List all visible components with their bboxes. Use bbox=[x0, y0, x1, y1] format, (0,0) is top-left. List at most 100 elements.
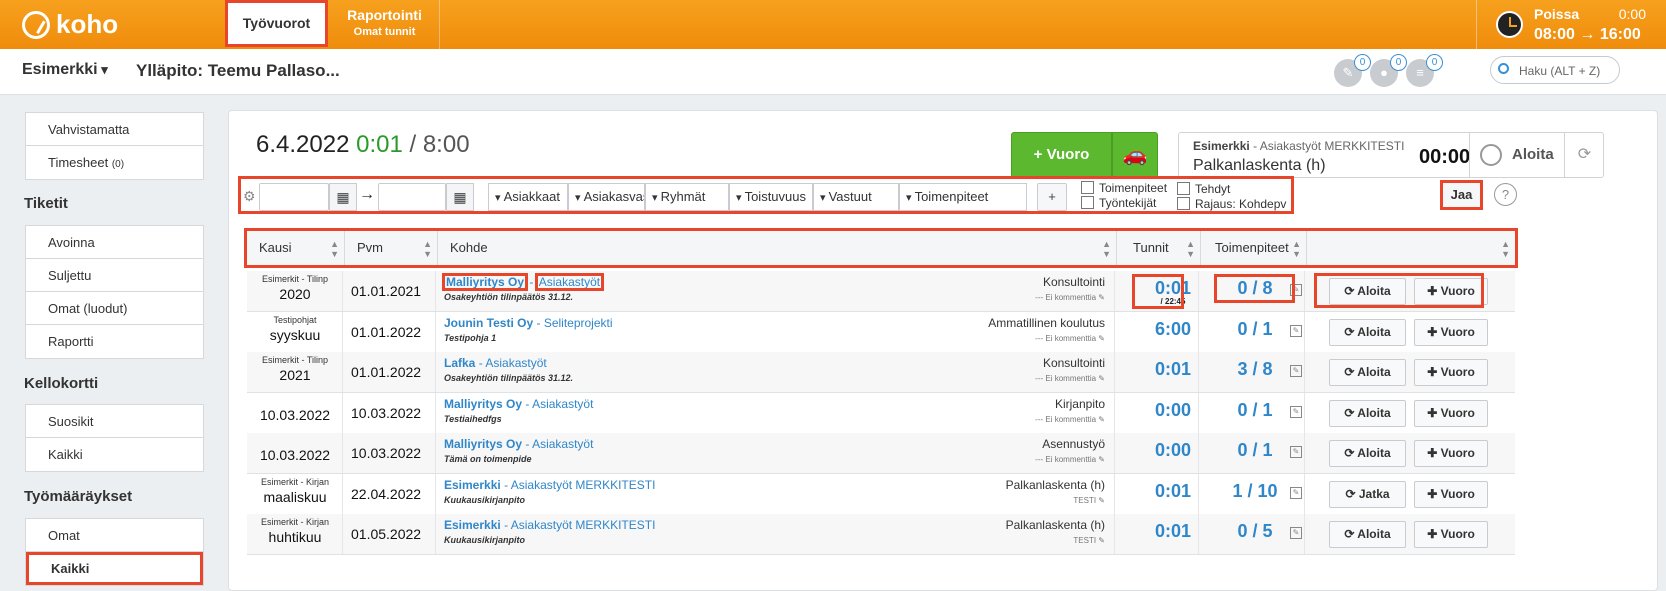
add-vuoro-button[interactable]: + Vuoro bbox=[1011, 132, 1112, 178]
vuoro-button[interactable]: ✚ Vuoro bbox=[1414, 480, 1488, 508]
start-button[interactable]: ⟳ Aloita bbox=[1329, 440, 1406, 467]
date-to-input[interactable] bbox=[378, 183, 446, 211]
comment[interactable]: --- Ei kommenttia ✎ bbox=[1035, 334, 1105, 343]
client-link[interactable]: Jounin Testi Oy bbox=[444, 316, 533, 330]
tasks-value[interactable]: 0 / 1 bbox=[1219, 319, 1291, 340]
column-tunnit[interactable]: Tunnit ▲ ▼ bbox=[1117, 231, 1201, 265]
vuoro-button[interactable]: ✚ Vuoro bbox=[1414, 318, 1488, 346]
sidebar-item-omat-luodut[interactable]: Omat (luodut) bbox=[26, 292, 203, 325]
column-toimenpiteet[interactable]: Toimenpiteet ▲ ▼ bbox=[1201, 231, 1307, 265]
comment[interactable]: --- Ei kommenttia ✎ bbox=[1035, 293, 1105, 302]
tasks-value[interactable]: 0 / 1 bbox=[1219, 440, 1291, 461]
client-link[interactable]: Malliyritys Oy bbox=[441, 273, 529, 291]
sidebar-item-vahvistamatta[interactable]: Vahvistamatta bbox=[26, 113, 203, 146]
date-from-input[interactable] bbox=[259, 183, 329, 211]
filter-vastuut[interactable]: Vastuut bbox=[813, 183, 899, 211]
timer-start-button[interactable]: Aloita bbox=[1469, 133, 1563, 177]
gear-icon[interactable]: ⚙ bbox=[243, 188, 256, 205]
edit-icon[interactable]: ✎ bbox=[1290, 486, 1302, 499]
start-button[interactable]: ⟳ Aloita bbox=[1329, 399, 1406, 427]
refresh-icon[interactable]: ⟳ bbox=[1564, 133, 1604, 177]
add-filter-button[interactable]: + bbox=[1037, 183, 1067, 211]
comment[interactable]: --- Ei kommenttia ✎ bbox=[1035, 374, 1105, 383]
client-link[interactable]: Esimerkki bbox=[444, 518, 501, 532]
comment[interactable]: TESTI ✎ bbox=[1073, 536, 1105, 545]
tasks-value[interactable]: 0 / 1 bbox=[1219, 400, 1291, 421]
tasks-value[interactable]: 0 / 5 bbox=[1219, 521, 1291, 542]
column-kausi[interactable]: Kausi ▲ ▼ bbox=[247, 231, 345, 265]
edit-comment-icon[interactable]: ✎ bbox=[1096, 374, 1105, 383]
edit-icon[interactable]: ✎ bbox=[1290, 365, 1302, 377]
project-link[interactable]: Asiakastyöt bbox=[485, 356, 546, 370]
tasks-value[interactable]: 1 / 10 bbox=[1219, 481, 1291, 502]
project-link[interactable]: Asiakastyöt bbox=[534, 273, 605, 291]
tab-raportointi[interactable]: Raportointi Omat tunnit bbox=[330, 0, 440, 49]
clock-widget[interactable]: Poissa 0:00 08:00 → 16:00 bbox=[1476, 0, 1666, 49]
project-link[interactable]: Seliteprojekti bbox=[544, 316, 613, 330]
timer-task: Palkanlaskenta (h) bbox=[1193, 157, 1326, 174]
filter-asiakkaat[interactable]: Asiakkaat bbox=[488, 183, 568, 211]
start-button[interactable]: ⟳ Jatka bbox=[1329, 480, 1406, 508]
vuoro-button[interactable]: ✚ Vuoro bbox=[1414, 399, 1488, 427]
help-icon[interactable]: ? bbox=[1494, 183, 1517, 206]
column-kohde[interactable]: Kohde ▲ ▼ bbox=[438, 231, 1117, 265]
client-link[interactable]: Esimerkki bbox=[444, 478, 501, 492]
list-icon[interactable]: ≡ 0 bbox=[1406, 54, 1443, 87]
sidebar-item-timesheet[interactable]: Timesheet (0) bbox=[26, 146, 203, 179]
start-button[interactable]: ⟳ Aloita bbox=[1329, 359, 1406, 386]
search-input[interactable]: Haku (ALT + Z) bbox=[1490, 56, 1620, 84]
share-button[interactable]: Jaa bbox=[1440, 180, 1483, 210]
vuoro-button[interactable]: ✚ Vuoro bbox=[1414, 521, 1488, 548]
client-link[interactable]: Malliyritys Oy bbox=[444, 397, 522, 411]
comment[interactable]: --- Ei kommenttia ✎ bbox=[1035, 455, 1105, 464]
comment[interactable]: --- Ei kommenttia ✎ bbox=[1035, 415, 1105, 424]
checkbox-toimenpiteet[interactable]: Toimenpiteet bbox=[1081, 181, 1167, 195]
sidebar-item-suosikit[interactable]: Suosikit bbox=[26, 405, 203, 438]
column-actions[interactable]: ▲ ▼ bbox=[1307, 231, 1515, 265]
edit-comment-icon[interactable]: ✎ bbox=[1096, 415, 1105, 424]
koho-logo[interactable]: koho bbox=[22, 9, 118, 40]
sidebar-item-raportti[interactable]: Raportti bbox=[26, 325, 203, 358]
filter-ryhmat[interactable]: Ryhmät bbox=[645, 183, 729, 211]
vuoro-button[interactable]: ✚ Vuoro bbox=[1414, 359, 1488, 386]
sidebar-item-avoinna[interactable]: Avoinna bbox=[26, 226, 203, 259]
checkbox-tyontekijat[interactable]: Työntekijät bbox=[1081, 196, 1156, 210]
checkbox-tehdyt[interactable]: Tehdyt bbox=[1177, 182, 1230, 196]
tasks-value[interactable]: 3 / 8 bbox=[1219, 359, 1291, 380]
group-icon[interactable]: ● 0 bbox=[1370, 54, 1407, 87]
sidebar-item-tyomaaraykset-kaikki[interactable]: Kaikki bbox=[26, 552, 203, 585]
calendar-icon[interactable]: ▦ bbox=[329, 183, 357, 211]
edit-icon[interactable]: ✎ bbox=[1290, 446, 1302, 458]
start-button[interactable]: ⟳ Aloita bbox=[1329, 318, 1406, 346]
edit-comment-icon[interactable]: ✎ bbox=[1096, 455, 1105, 464]
edit-comment-icon[interactable]: ✎ bbox=[1096, 293, 1105, 302]
sidebar-item-kellokortti-kaikki[interactable]: Kaikki bbox=[26, 438, 203, 471]
edit-comment-icon[interactable]: ✎ bbox=[1096, 496, 1105, 505]
comment[interactable]: TESTI ✎ bbox=[1073, 496, 1105, 505]
client-link[interactable]: Malliyritys Oy bbox=[444, 437, 522, 451]
edit-comment-icon[interactable]: ✎ bbox=[1096, 334, 1105, 343]
ticket-icon[interactable]: ✎ 0 bbox=[1334, 54, 1371, 87]
edit-comment-icon[interactable]: ✎ bbox=[1096, 536, 1105, 545]
column-pvm[interactable]: Pvm ▲ ▼ bbox=[345, 231, 438, 265]
sidebar-item-suljettu[interactable]: Suljettu bbox=[26, 259, 203, 292]
project-link[interactable]: Asiakastyöt bbox=[532, 397, 593, 411]
tab-tyovuorot[interactable]: Työvuorot bbox=[225, 0, 328, 47]
client-link[interactable]: Lafka bbox=[444, 356, 475, 370]
sidebar-item-omat[interactable]: Omat bbox=[26, 519, 203, 552]
filter-toistuvuus[interactable]: Toistuvuus bbox=[729, 183, 813, 211]
project-link[interactable]: Asiakastyöt bbox=[532, 437, 593, 451]
edit-icon[interactable]: ✎ bbox=[1290, 324, 1302, 337]
filter-toimenpiteet[interactable]: Toimenpiteet bbox=[899, 183, 1027, 211]
project-link[interactable]: Asiakastyöt MERKKITESTI bbox=[511, 518, 656, 532]
vuoro-button[interactable]: ✚ Vuoro bbox=[1414, 440, 1488, 467]
car-icon[interactable]: 🚗 bbox=[1112, 132, 1158, 178]
edit-icon[interactable]: ✎ bbox=[1290, 527, 1302, 539]
project-link[interactable]: Asiakastyöt MERKKITESTI bbox=[511, 478, 656, 492]
company-dropdown[interactable]: Esimerkki bbox=[22, 61, 108, 79]
calendar-icon[interactable]: ▦ bbox=[446, 183, 474, 211]
edit-icon[interactable]: ✎ bbox=[1290, 405, 1302, 418]
checkbox-rajaus-kohdepv[interactable]: Rajaus: Kohdepv bbox=[1177, 197, 1286, 211]
start-button[interactable]: ⟳ Aloita bbox=[1329, 521, 1406, 548]
filter-asiakasvast[interactable]: Asiakasvast bbox=[568, 183, 645, 211]
